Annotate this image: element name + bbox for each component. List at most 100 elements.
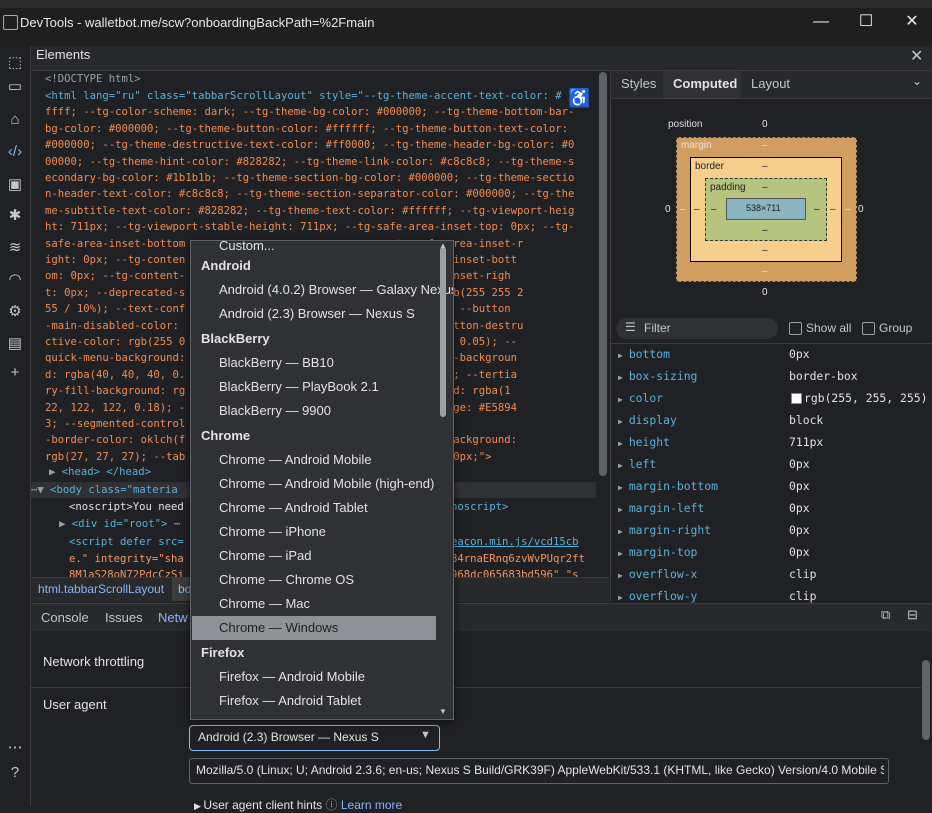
script-node[interactable]: <script defer src= — [69, 534, 184, 550]
code-line[interactable]: n-header-text-color: #c8c8c8; --tg-theme… — [45, 186, 574, 202]
dock-icon[interactable]: ⧉ — [881, 607, 890, 623]
margin-bottom-value[interactable]: – — [762, 266, 768, 277]
expand-triangle-icon[interactable]: ▶ — [618, 527, 623, 536]
expand-triangle-icon[interactable]: ▶ — [618, 571, 623, 580]
position-top[interactable]: 0 — [762, 119, 768, 130]
color-swatch[interactable] — [791, 393, 802, 404]
code-line[interactable]: #000000; --tg-theme-destructive-text-col… — [45, 137, 574, 153]
code-line[interactable]: 00000; --tg-theme-hint-color: #828282; -… — [45, 154, 574, 170]
menu-scroll-thumb[interactable] — [440, 247, 446, 417]
expand-triangle-icon[interactable]: ▶ — [618, 483, 623, 492]
expand-triangle-icon[interactable]: ▶ — [618, 439, 623, 448]
code-line[interactable]: ffff; --tg-color-scheme: dark; --tg-them… — [45, 104, 574, 120]
help-icon[interactable]: ? — [4, 762, 26, 784]
position-right[interactable]: 0 — [858, 204, 864, 215]
tab-console[interactable]: Console — [41, 610, 89, 625]
chevron-down-icon[interactable]: ⌄ — [912, 74, 922, 88]
drawer-scrollbar[interactable] — [922, 660, 930, 740]
code-line[interactable]: econdary-bg-color: #1b1b1b; --tg-theme-s… — [45, 170, 574, 186]
border-top-value[interactable]: – — [762, 161, 768, 172]
root-div-node[interactable]: ▶ <div id="root"> ⋯ — [59, 516, 180, 532]
border-left-value[interactable]: – — [694, 204, 700, 215]
close-drawer-icon[interactable]: ⊟ — [907, 607, 918, 623]
expand-triangle-icon[interactable]: ▶ — [618, 417, 623, 426]
head-node[interactable]: ▶ <head> </head> — [49, 464, 151, 480]
padding-left-value[interactable]: – — [711, 204, 717, 215]
menu-item[interactable]: Chrome — Windows — [192, 616, 436, 640]
menu-item[interactable]: Chrome — Android Mobile (high-end) — [192, 472, 436, 496]
code-line[interactable]: ht: 711px; --tg-viewport-stable-height: … — [45, 219, 574, 235]
user-agent-dropdown-menu[interactable]: Custom... Android Android (4.0.2) Browser… — [190, 240, 454, 720]
code-scroll-thumb[interactable] — [599, 72, 607, 476]
bug-icon[interactable]: ✱ — [4, 205, 26, 227]
menu-item[interactable]: BlackBerry — BB10 — [192, 351, 436, 375]
expand-triangle-icon[interactable]: ▶ — [618, 593, 623, 602]
position-left[interactable]: 0 — [665, 204, 671, 215]
menu-item[interactable]: Chrome — iPad — [192, 544, 436, 568]
filter-input[interactable] — [616, 318, 778, 339]
menu-item-custom[interactable]: Custom... — [192, 241, 436, 258]
more-icon[interactable]: ⋯ — [4, 737, 26, 759]
wifi-icon[interactable]: ≋ — [4, 237, 26, 259]
computed-prop-row[interactable]: ▶ display — [618, 409, 677, 433]
expand-triangle-icon[interactable]: ▶ — [618, 505, 623, 514]
tab-computed[interactable]: Computed — [673, 76, 737, 91]
expand-triangle-icon[interactable]: ▶ — [618, 351, 623, 360]
menu-item[interactable]: Firefox — Android Mobile — [192, 665, 436, 689]
expand-triangle-icon[interactable]: ▶ — [618, 373, 623, 382]
maximize-button[interactable]: ☐ — [856, 12, 876, 32]
menu-item[interactable]: Firefox — iPhone — [192, 713, 436, 719]
accessibility-icon[interactable]: ♿ — [568, 88, 590, 109]
margin-top-value[interactable]: – — [762, 140, 768, 151]
margin-left-value[interactable]: – — [680, 204, 686, 215]
computed-prop-row[interactable]: ▶ color — [618, 387, 663, 411]
computed-prop-row[interactable]: ▶ box-sizing — [618, 365, 697, 389]
code-icon[interactable]: ‹/› — [4, 141, 26, 163]
menu-item[interactable]: BlackBerry — 9900 — [192, 399, 436, 423]
close-window-button[interactable]: ✕ — [902, 12, 922, 32]
learn-more-link[interactable]: Learn more — [341, 798, 402, 812]
computed-prop-row[interactable]: ▶ margin-bottom — [618, 475, 718, 499]
computed-prop-row[interactable]: ▶ margin-left — [618, 497, 704, 521]
inspect-icon[interactable]: ⬚ — [4, 52, 26, 74]
menu-item[interactable]: Firefox — Android Tablet — [192, 689, 436, 713]
console-icon[interactable]: ▣ — [4, 174, 26, 196]
computed-prop-row[interactable]: ▶ height — [618, 431, 670, 455]
settings-icon[interactable]: ⚙ — [4, 301, 26, 323]
menu-item[interactable]: Chrome — Android Mobile — [192, 448, 436, 472]
menu-scroll-down-icon[interactable]: ▼ — [439, 707, 447, 716]
home-icon[interactable]: ⌂ — [4, 109, 26, 131]
margin-right-value[interactable]: – — [845, 204, 851, 215]
client-hints-toggle[interactable]: ▶ User agent client hints ⓘ Learn more — [194, 796, 402, 813]
tab-network-conditions[interactable]: Netw — [158, 610, 188, 625]
border-bottom-value[interactable]: – — [762, 245, 768, 256]
padding-right-value[interactable]: – — [814, 204, 820, 215]
padding-top-value[interactable]: – — [762, 182, 768, 193]
computed-prop-row[interactable]: ▶ margin-right — [618, 519, 711, 543]
menu-item[interactable]: BlackBerry — PlayBook 2.1 — [192, 375, 436, 399]
code-line[interactable]: <html lang="ru" class="tabbarScrollLayou… — [45, 88, 562, 104]
expand-triangle-icon[interactable]: ▶ — [618, 461, 623, 470]
position-bottom[interactable]: 0 — [762, 287, 768, 298]
computed-prop-row[interactable]: ▶ margin-top — [618, 541, 697, 565]
menu-item[interactable]: Chrome — Mac — [192, 592, 436, 616]
expand-triangle-icon[interactable]: ▶ — [618, 395, 623, 404]
menu-scroll-up-icon[interactable]: ▲ — [439, 241, 447, 250]
performance-icon[interactable]: ◠ — [4, 269, 26, 291]
close-icon[interactable]: ✕ — [910, 46, 923, 66]
minimize-button[interactable]: — — [811, 12, 831, 32]
code-line[interactable]: bg-color: #000000; --tg-theme-button-col… — [45, 121, 568, 137]
content-size[interactable]: 538×711 — [746, 203, 781, 213]
computed-prop-row[interactable]: ▶ left — [618, 453, 656, 477]
tab-styles[interactable]: Styles — [621, 76, 656, 91]
tab-layout[interactable]: Layout — [751, 76, 790, 91]
script-src-link[interactable]: eacon.min.js/vcd15cb — [451, 534, 579, 550]
breadcrumb-item[interactable]: html.tabbarScrollLayout — [38, 582, 164, 596]
computed-prop-row[interactable]: ▶ overflow-x — [618, 563, 697, 587]
show-all-checkbox[interactable] — [789, 322, 802, 335]
plus-icon[interactable]: + — [4, 362, 26, 384]
menu-item[interactable]: Chrome — Android Tablet — [192, 496, 436, 520]
padding-bottom-value[interactable]: – — [762, 225, 768, 236]
border-right-value[interactable]: – — [830, 204, 836, 215]
tab-issues[interactable]: Issues — [105, 610, 143, 625]
